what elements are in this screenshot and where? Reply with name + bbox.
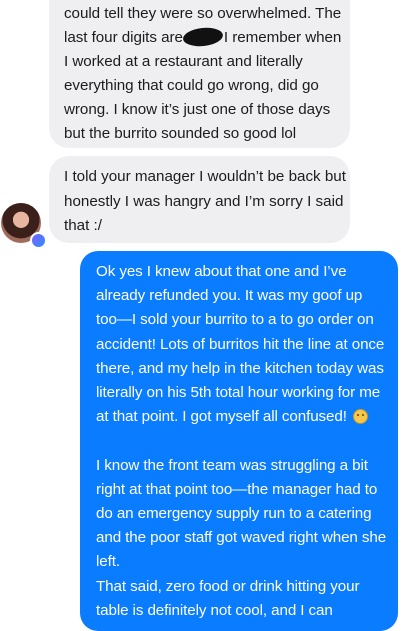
message-line: I worked at a restaurant and literally bbox=[64, 53, 303, 70]
message-line: I told your manager I wouldn’t be back b… bbox=[64, 168, 346, 185]
message-line: and the poor staff got waved right when … bbox=[96, 529, 387, 547]
message-line: too—I sold your burrito to a to go order… bbox=[96, 311, 374, 329]
message-line: there, and my help in the kitchen today … bbox=[96, 359, 384, 377]
incoming-message-bubble-1[interactable]: could tell they were so overwhelmed. The… bbox=[49, 0, 350, 148]
message-line-with-redaction: last four digits are I remember when bbox=[64, 25, 350, 50]
message-line-part: at that point. I got myself all confused… bbox=[96, 408, 347, 426]
message-line: That said, zero food or drink hitting yo… bbox=[96, 577, 360, 595]
message-line: honestly I was hangry and I’m sorry I sa… bbox=[64, 192, 344, 210]
message-line-part: I remember when bbox=[223, 29, 342, 46]
sad-face-emoji-icon bbox=[352, 409, 368, 425]
message-line: could tell they were so overwhelmed. The bbox=[64, 5, 342, 22]
redaction-mark bbox=[182, 25, 224, 49]
message-line: table is definitely not cool, and I can bbox=[96, 601, 333, 619]
message-line: literally on his 5th total hour working … bbox=[96, 384, 381, 402]
message-line-part: last four digits are bbox=[64, 29, 183, 46]
message-line: everything that could go wrong, did go bbox=[64, 77, 319, 94]
message-line-with-emoji: at that point. I got myself all confused… bbox=[96, 405, 398, 429]
message-line: I know the front team was struggling a b… bbox=[96, 456, 368, 474]
message-line: but the burrito sounded so good lol bbox=[64, 125, 297, 142]
incoming-message-bubble-2[interactable]: I told your manager I wouldn’t be back b… bbox=[49, 156, 350, 243]
message-line: right at that point too—the manager had … bbox=[96, 480, 378, 498]
message-line: wrong. I know it’s just one of those day… bbox=[64, 101, 331, 118]
messenger-badge-icon bbox=[30, 232, 47, 249]
message-line: accident! Lots of burritos hit the line … bbox=[96, 335, 385, 353]
message-line: Ok yes I knew about that one and I’ve bbox=[96, 263, 347, 280]
message-line: left. bbox=[96, 553, 120, 571]
message-line: do an emergency supply run to a catering bbox=[96, 505, 372, 523]
message-line: already refunded you. It was my goof up bbox=[96, 287, 363, 305]
outgoing-message-bubble[interactable]: Ok yes I knew about that one and I’ve al… bbox=[80, 251, 398, 631]
message-line: that :/ bbox=[64, 217, 102, 234]
